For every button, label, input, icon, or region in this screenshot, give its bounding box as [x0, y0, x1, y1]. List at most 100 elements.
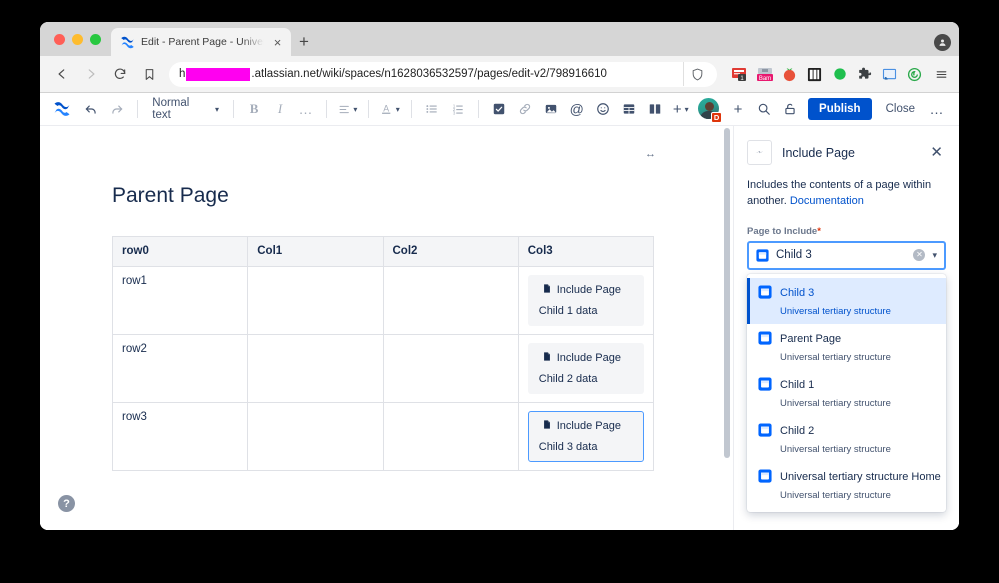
spiral-extension-icon[interactable] — [906, 66, 923, 83]
dropdown-option-child-1[interactable]: Child 1 Universal tertiary structure — [747, 370, 946, 416]
shield-icon[interactable] — [683, 62, 707, 86]
option-subtitle: Universal tertiary structure — [780, 443, 891, 455]
option-title: Child 3 — [780, 286, 815, 299]
task-checkbox-icon[interactable] — [487, 97, 511, 121]
dropdown-option-home[interactable]: Universal tertiary structure Home Univer… — [747, 462, 946, 508]
minimize-window-button[interactable] — [72, 33, 83, 45]
bookmark-icon[interactable] — [135, 68, 163, 81]
news-extension-icon[interactable]: 1 — [731, 66, 748, 83]
panel-title: Include Page — [782, 145, 855, 160]
grid-extension-icon[interactable] — [806, 66, 823, 83]
table-cell-empty[interactable] — [382, 266, 519, 335]
align-icon[interactable]: ▾ — [335, 97, 360, 121]
text-style-dropdown[interactable]: Normal text ▾ — [146, 97, 225, 121]
new-tab-button[interactable]: + — [291, 28, 317, 56]
include-page-macro-selected[interactable]: Include Page Child 3 data — [527, 411, 644, 462]
help-button[interactable]: ? — [58, 495, 75, 512]
confluence-logo[interactable] — [50, 100, 73, 118]
avatar[interactable]: D — [696, 97, 723, 123]
dropdown-option-child-2[interactable]: Child 2 Universal tertiary structure — [747, 416, 946, 462]
bold-button[interactable]: B — [242, 97, 266, 121]
table-cell-empty[interactable] — [247, 266, 384, 335]
bam-extension-icon[interactable]: Bam — [756, 66, 773, 83]
more-formatting-button[interactable]: … — [294, 97, 318, 121]
documentation-link[interactable]: Documentation — [790, 195, 864, 207]
redo-icon[interactable] — [105, 97, 129, 121]
browser-window: Edit - Parent Page - Universal te × + — [40, 22, 959, 530]
panel-description: Includes the contents of a page within a… — [747, 178, 946, 210]
table-header-cell[interactable]: Col1 — [247, 236, 384, 267]
table-cell-macro[interactable]: Include Page Child 3 data — [517, 402, 655, 471]
numbered-list-icon[interactable]: 1 2 3 — [446, 97, 470, 121]
table-cell-macro[interactable]: Include Page Child 2 data — [517, 334, 655, 403]
insert-menu-button[interactable]: + ▾ — [669, 97, 693, 121]
table-header-cell[interactable]: Col2 — [382, 236, 519, 267]
page-title[interactable]: Parent Page — [112, 184, 693, 208]
macro-body: Child 3 data — [538, 441, 598, 453]
table-header-cell[interactable]: row0 — [111, 236, 249, 267]
dropdown-option-child-3[interactable]: Child 3 Universal tertiary structure — [747, 277, 946, 324]
option-title: Universal tertiary structure Home — [780, 470, 941, 483]
include-page-macro[interactable]: Include Page Child 1 data — [527, 275, 644, 326]
lock-icon[interactable] — [778, 97, 802, 121]
layout-icon[interactable] — [643, 97, 667, 121]
close-window-button[interactable] — [54, 33, 65, 45]
include-page-macro[interactable]: Include Page Child 2 data — [527, 343, 644, 394]
italic-button[interactable]: I — [268, 97, 292, 121]
link-icon[interactable] — [513, 97, 537, 121]
table-header-cell[interactable]: Col3 — [517, 236, 655, 267]
tomato-timer-icon[interactable] — [781, 66, 798, 83]
table-icon[interactable] — [617, 97, 641, 121]
url-redaction-block — [186, 67, 251, 81]
text-color-icon[interactable]: A ▾ — [377, 97, 402, 121]
publish-button[interactable]: Publish — [808, 98, 872, 120]
page-icon — [758, 469, 772, 483]
search-icon[interactable] — [752, 97, 776, 121]
toolbar-divider — [410, 100, 412, 118]
mention-icon[interactable]: @ — [565, 97, 589, 121]
table-cell-empty[interactable] — [382, 334, 519, 403]
puzzle-extensions-icon[interactable] — [856, 66, 873, 83]
page-options-dropdown[interactable]: Child 3 Universal tertiary structure Par… — [747, 273, 946, 512]
browser-tab[interactable]: Edit - Parent Page - Universal te × — [111, 28, 291, 56]
close-tab-button[interactable]: × — [270, 35, 285, 50]
table-cell-label[interactable]: row3 — [111, 402, 249, 471]
table-cell-label[interactable]: row2 — [111, 334, 249, 403]
url-prefix: h — [179, 68, 186, 80]
page-to-include-select[interactable]: Child 3 ✕ ▾ — [747, 240, 946, 270]
hamburger-menu-icon[interactable] — [931, 68, 951, 81]
close-editor-button[interactable]: Close — [878, 98, 923, 120]
option-subtitle: Universal tertiary structure — [780, 489, 891, 501]
reload-icon[interactable] — [106, 61, 133, 88]
bullet-list-icon[interactable] — [420, 97, 444, 121]
table-cell-empty[interactable] — [247, 334, 384, 403]
table-cell-label[interactable]: row1 — [111, 266, 249, 335]
emoji-icon[interactable] — [591, 97, 615, 121]
toolbar-divider — [477, 100, 479, 118]
content-table[interactable]: row0 Col1 Col2 Col3 row1 Include Page Ch… — [111, 236, 655, 471]
macro-body: Child 1 data — [538, 305, 598, 317]
maximize-window-button[interactable] — [90, 33, 101, 45]
content-scrollbar[interactable] — [724, 128, 730, 458]
green-dot-extension-icon[interactable] — [831, 66, 848, 83]
browser-profile-icon[interactable] — [934, 34, 951, 51]
cast-icon[interactable] — [881, 66, 898, 83]
add-collaborator-button[interactable]: + — [726, 97, 750, 121]
page-icon — [758, 331, 772, 345]
table-cell-empty[interactable] — [247, 402, 384, 471]
close-icon[interactable]: ✕ — [927, 143, 946, 162]
svg-text:3: 3 — [453, 110, 456, 115]
back-icon[interactable] — [48, 61, 75, 88]
avatar-badge: D — [711, 112, 723, 123]
chevron-down-icon[interactable]: ▾ — [932, 250, 937, 261]
macro-name: Include Page — [556, 352, 621, 364]
address-bar[interactable]: h .atlassian.net/wiki/spaces/n16280365325… — [169, 61, 717, 87]
dropdown-option-parent-page[interactable]: Parent Page Universal tertiary structure — [747, 324, 946, 370]
table-cell-empty[interactable] — [382, 402, 519, 471]
undo-icon[interactable] — [79, 97, 103, 121]
table-cell-macro[interactable]: Include Page Child 1 data — [517, 266, 655, 335]
clear-icon[interactable]: ✕ — [913, 249, 926, 262]
image-icon[interactable] — [539, 97, 563, 121]
resize-handle-icon[interactable]: ↔ — [645, 148, 656, 160]
more-options-button[interactable]: … — [925, 97, 949, 121]
